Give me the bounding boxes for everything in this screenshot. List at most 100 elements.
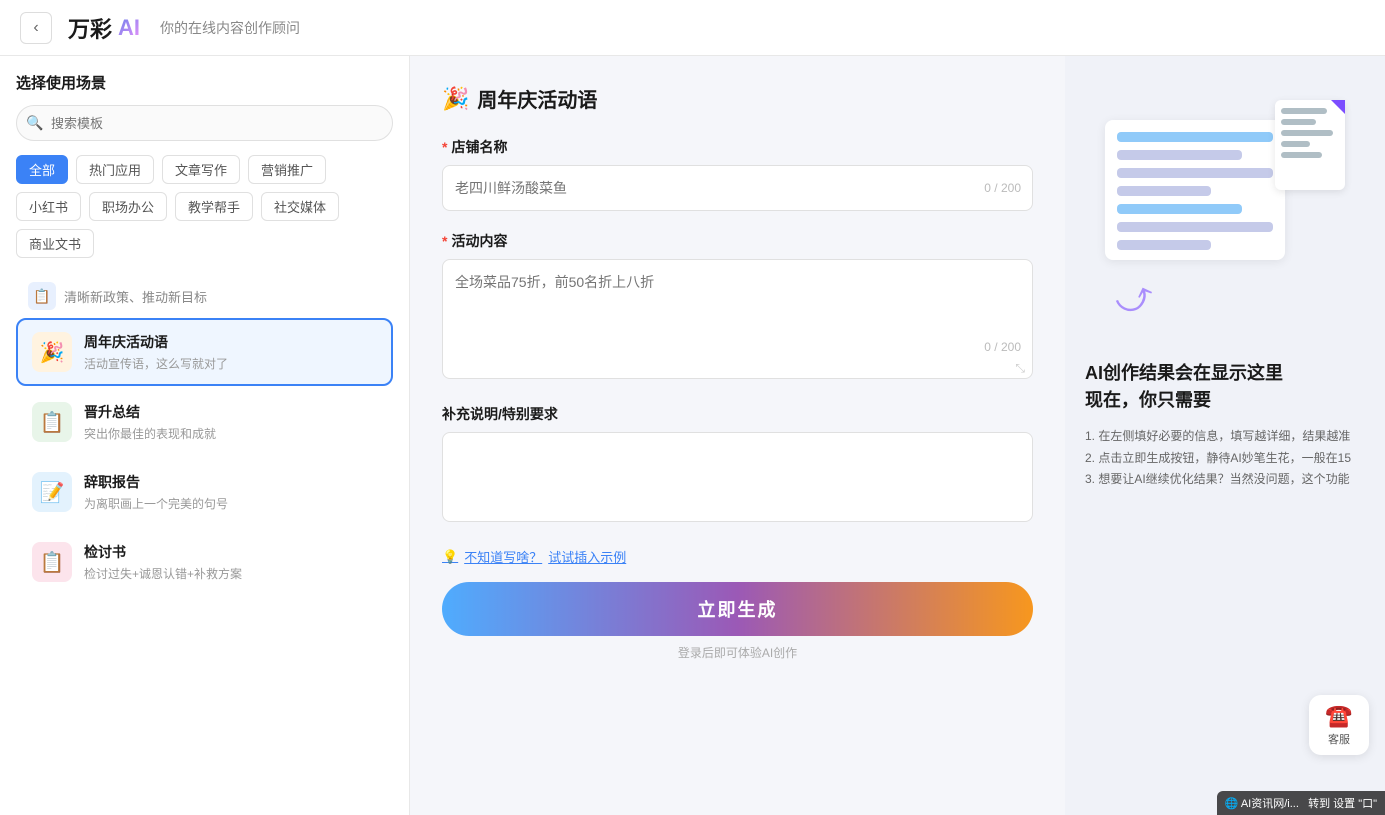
form-field-store-name: * 店铺名称 0 / 200 <box>442 137 1033 211</box>
hint-link-text[interactable]: 试试插入示例 <box>548 547 626 566</box>
login-hint: 登录后即可体验AI创作 <box>442 644 1033 661</box>
tag-biz[interactable]: 商业文书 <box>16 229 94 258</box>
illus-line-2 <box>1117 150 1242 160</box>
template-card-resign[interactable]: 📝 辞职报告 为离职画上一个完美的句号 <box>16 458 393 526</box>
header: ‹ 万彩 AI 你的在线内容创作顾问 <box>0 0 1385 56</box>
form-field-supplement: 补充说明/特别要求 <box>442 404 1033 527</box>
preview-title: AI创作结果会在显示这里现在，你只需要 <box>1085 360 1365 414</box>
activity-textarea-wrapper: 0 / 200 ⤡ <box>442 259 1033 384</box>
template-name-resign: 辞职报告 <box>84 472 377 492</box>
illus-arrow: ⤻ <box>1109 272 1160 326</box>
supplement-textarea[interactable] <box>442 432 1033 522</box>
label-store-name-text: 店铺名称 <box>451 137 507 157</box>
main-layout: 选择使用场景 🔍 全部 热门应用 文章写作 营销推广 小红书 职场办公 教学帮手… <box>0 56 1385 815</box>
template-text-resign: 辞职报告 为离职画上一个完美的句号 <box>84 472 377 512</box>
template-icon-resign: 📝 <box>32 472 72 512</box>
illus-doc-line-3 <box>1281 130 1333 136</box>
resize-icon: ⤡ <box>1015 361 1025 376</box>
form-label-activity: * 活动内容 <box>442 231 1033 251</box>
customer-service-button[interactable]: ☎️ 客服 <box>1309 695 1369 755</box>
illus-doc-line-4 <box>1281 141 1310 147</box>
label-supplement-text: 补充说明/特别要求 <box>442 404 558 424</box>
template-card-promote[interactable]: 📋 晋升总结 突出你最佳的表现和成就 <box>16 388 393 456</box>
tag-edu[interactable]: 教学帮手 <box>175 192 253 221</box>
illus-doc-line-5 <box>1281 152 1322 158</box>
template-icon-promote: 📋 <box>32 402 72 442</box>
form-panel: 🎉 周年庆活动语 * 店铺名称 0 / 200 * 活动内容 <box>410 56 1065 815</box>
tag-article[interactable]: 文章写作 <box>162 155 240 184</box>
template-text-review: 检讨书 检讨过失+诚恩认错+补救方案 <box>84 542 377 582</box>
generate-button[interactable]: 立即生成 <box>442 582 1033 636</box>
template-icon-party: 🎉 <box>32 332 72 372</box>
preview-panel: ⤻ AI创作结果会在显示这里现在，你只需要 1. 在左侧填好必要的信息，填写越详… <box>1065 56 1385 815</box>
tag-all[interactable]: 全部 <box>16 155 68 184</box>
illus-line-7 <box>1117 240 1211 250</box>
preview-steps: 1. 在左侧填好必要的信息，填写越详细，结果越准 2. 点击立即生成按钮，静待A… <box>1085 426 1365 491</box>
tag-xiaohongshu[interactable]: 小红书 <box>16 192 81 221</box>
form-label-store-name: * 店铺名称 <box>442 137 1033 157</box>
hint-icon: 💡 <box>442 549 458 565</box>
hint-link[interactable]: 💡 不知道写啥？ 试试插入示例 <box>442 547 1033 566</box>
illus-line-5 <box>1117 204 1242 214</box>
required-star-1: * <box>442 139 447 155</box>
illus-doc-corner <box>1331 100 1345 114</box>
label-activity-text: 活动内容 <box>451 231 507 251</box>
illus-main-card <box>1105 120 1285 260</box>
illus-line-3 <box>1117 168 1273 178</box>
tag-social[interactable]: 社交媒体 <box>261 192 339 221</box>
preview-step-2: 2. 点击立即生成按钮，静待AI妙笔生花，一般在15 <box>1085 448 1365 470</box>
section-hint-icon: 📋 <box>28 282 56 310</box>
hint-text-static: 不知道写啥？ <box>464 547 542 566</box>
template-icon-review: 📋 <box>32 542 72 582</box>
customer-service-label: 客服 <box>1328 731 1350 747</box>
required-star-2: * <box>442 233 447 249</box>
illus-doc <box>1275 100 1345 190</box>
search-input[interactable] <box>16 105 393 141</box>
customer-service-icon: ☎️ <box>1325 703 1352 729</box>
template-desc-resign: 为离职画上一个完美的句号 <box>84 495 377 512</box>
template-list: 🎉 周年庆活动语 活动宣传语，这么写就对了 📋 晋升总结 突出你最佳的表现和成就… <box>16 318 393 596</box>
section-hint-text: 清晰新政策、推动新目标 <box>64 287 207 306</box>
activity-textarea[interactable] <box>442 259 1033 379</box>
template-name-promote: 晋升总结 <box>84 402 377 422</box>
template-card-party[interactable]: 🎉 周年庆活动语 活动宣传语，这么写就对了 <box>16 318 393 386</box>
sidebar: 选择使用场景 🔍 全部 热门应用 文章写作 营销推广 小红书 职场办公 教学帮手… <box>0 56 410 815</box>
template-text-promote: 晋升总结 突出你最佳的表现和成就 <box>84 402 377 442</box>
illus-line-6 <box>1117 222 1273 232</box>
logo: 万彩 AI <box>68 12 140 44</box>
template-desc-review: 检讨过失+诚恩认错+补救方案 <box>84 565 377 582</box>
sidebar-title: 选择使用场景 <box>16 72 393 93</box>
back-button[interactable]: ‹ <box>20 12 52 44</box>
template-desc-promote: 突出你最佳的表现和成就 <box>84 425 377 442</box>
template-card-review[interactable]: 📋 检讨书 检讨过失+诚恩认错+补救方案 <box>16 528 393 596</box>
preview-step-3: 3. 想要让AI继续优化结果？当然没问题，这个功能 <box>1085 469 1365 491</box>
section-hint: 📋 清晰新政策、推动新目标 <box>16 274 393 318</box>
activity-char-count: 0 / 200 <box>984 340 1021 354</box>
search-box: 🔍 <box>16 105 393 141</box>
tag-hot[interactable]: 热门应用 <box>76 155 154 184</box>
header-subtitle: 你的在线内容创作顾问 <box>160 18 300 38</box>
form-label-supplement: 补充说明/特别要求 <box>442 404 1033 424</box>
logo-ai: AI <box>118 15 140 41</box>
form-field-activity: * 活动内容 0 / 200 ⤡ <box>442 231 1033 384</box>
illus-doc-line-1 <box>1281 108 1327 114</box>
ai-badge: 🌐 AI资讯网/i... 转到 设置 "口" <box>1217 791 1385 815</box>
preview-illustration: ⤻ <box>1085 80 1365 340</box>
content-area: 🎉 周年庆活动语 * 店铺名称 0 / 200 * 活动内容 <box>410 56 1385 815</box>
preview-step-1: 1. 在左侧填好必要的信息，填写越详细，结果越准 <box>1085 426 1365 448</box>
template-desc-party: 活动宣传语，这么写就对了 <box>84 355 377 372</box>
template-name-review: 检讨书 <box>84 542 377 562</box>
template-text-party: 周年庆活动语 活动宣传语，这么写就对了 <box>84 332 377 372</box>
form-title-text: 周年庆活动语 <box>477 84 597 113</box>
tag-marketing[interactable]: 营销推广 <box>248 155 326 184</box>
illus-line-1 <box>1117 132 1273 142</box>
back-icon: ‹ <box>33 19 38 37</box>
logo-text: 万彩 <box>68 12 112 44</box>
filter-tags: 全部 热门应用 文章写作 营销推广 小红书 职场办公 教学帮手 社交媒体 商业文… <box>16 155 393 258</box>
search-icon: 🔍 <box>26 115 43 132</box>
store-name-input-wrapper: 0 / 200 <box>442 165 1033 211</box>
form-title-icon: 🎉 <box>442 86 469 112</box>
form-title-row: 🎉 周年庆活动语 <box>442 84 1033 113</box>
tag-office[interactable]: 职场办公 <box>89 192 167 221</box>
store-name-input[interactable] <box>442 165 1033 211</box>
